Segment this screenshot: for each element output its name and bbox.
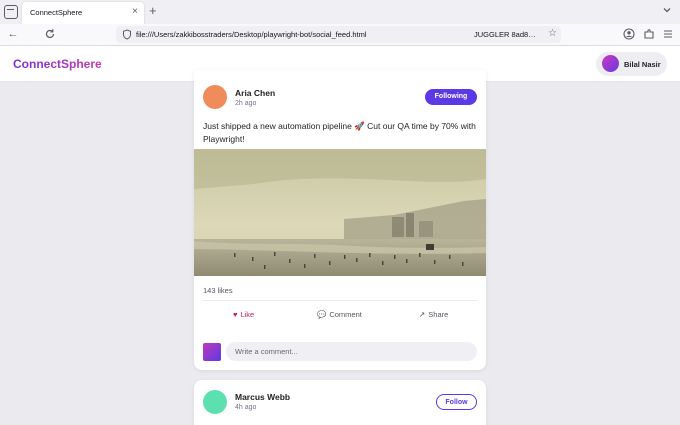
url-text[interactable]: file:///Users/zakkibosstraders/Desktop/p…: [136, 30, 367, 39]
menu-icon[interactable]: [662, 28, 674, 40]
back-icon[interactable]: ←: [6, 27, 20, 41]
extensions-icon[interactable]: [643, 28, 655, 40]
author-avatar[interactable]: [203, 390, 227, 414]
author-avatar[interactable]: [203, 85, 227, 109]
following-button[interactable]: Following: [425, 89, 477, 105]
account-icon[interactable]: [623, 28, 635, 40]
comment-button[interactable]: 💬 Comment: [317, 308, 362, 322]
comment-icon: 💬: [317, 310, 327, 319]
chevron-down-icon[interactable]: [662, 5, 672, 15]
share-label: Share: [428, 310, 449, 319]
reload-icon[interactable]: [44, 28, 56, 40]
post-card: Marcus Webb 4h ago Follow: [194, 380, 486, 425]
like-label: Like: [240, 310, 255, 319]
divider: [203, 300, 477, 301]
browser-nav-bar: ← file:///Users/zakkibosstraders/Desktop…: [0, 24, 680, 46]
comment-input[interactable]: [226, 342, 477, 361]
url-bar[interactable]: file:///Users/zakkibosstraders/Desktop/p…: [116, 26, 561, 43]
post-author[interactable]: Aria Chen: [235, 88, 275, 98]
post-author[interactable]: Marcus Webb: [235, 392, 290, 402]
post-text: Just shipped a new automation pipeline 🚀…: [203, 121, 476, 144]
shield-icon[interactable]: [122, 29, 132, 40]
commenter-avatar: [203, 343, 221, 361]
like-button[interactable]: ♥ Like: [233, 308, 254, 322]
share-button[interactable]: ↗ Share: [419, 308, 448, 322]
comment-label: Comment: [329, 310, 362, 319]
new-tab-icon[interactable]: +: [149, 3, 157, 19]
bookmark-star-icon[interactable]: ☆: [548, 28, 557, 40]
post-time: 4h ago: [235, 404, 257, 411]
tab-title: ConnectSphere: [30, 8, 83, 17]
share-icon: ↗: [419, 310, 426, 319]
post-time: 2h ago: [235, 100, 257, 107]
post-image-beach[interactable]: [194, 149, 486, 276]
tab-list-icon[interactable]: [4, 5, 18, 19]
close-tab-icon[interactable]: ×: [132, 6, 138, 18]
user-profile-chip[interactable]: Bilal Nasir: [596, 52, 667, 76]
user-name: Bilal Nasir: [624, 60, 661, 69]
browser-tab[interactable]: ConnectSphere ×: [22, 2, 144, 24]
heart-icon: ♥: [233, 310, 238, 319]
browser-tab-bar: ConnectSphere × +: [0, 0, 680, 24]
user-avatar: [602, 55, 619, 72]
url-extension-label: JUGGLER 8ad8…: [474, 30, 536, 39]
follow-button[interactable]: Follow: [436, 394, 477, 410]
likes-count: 143 likes: [203, 286, 233, 295]
post-card: Aria Chen 2h ago Following Just shipped …: [194, 70, 486, 370]
brand-logo[interactable]: ConnectSphere: [13, 57, 102, 71]
